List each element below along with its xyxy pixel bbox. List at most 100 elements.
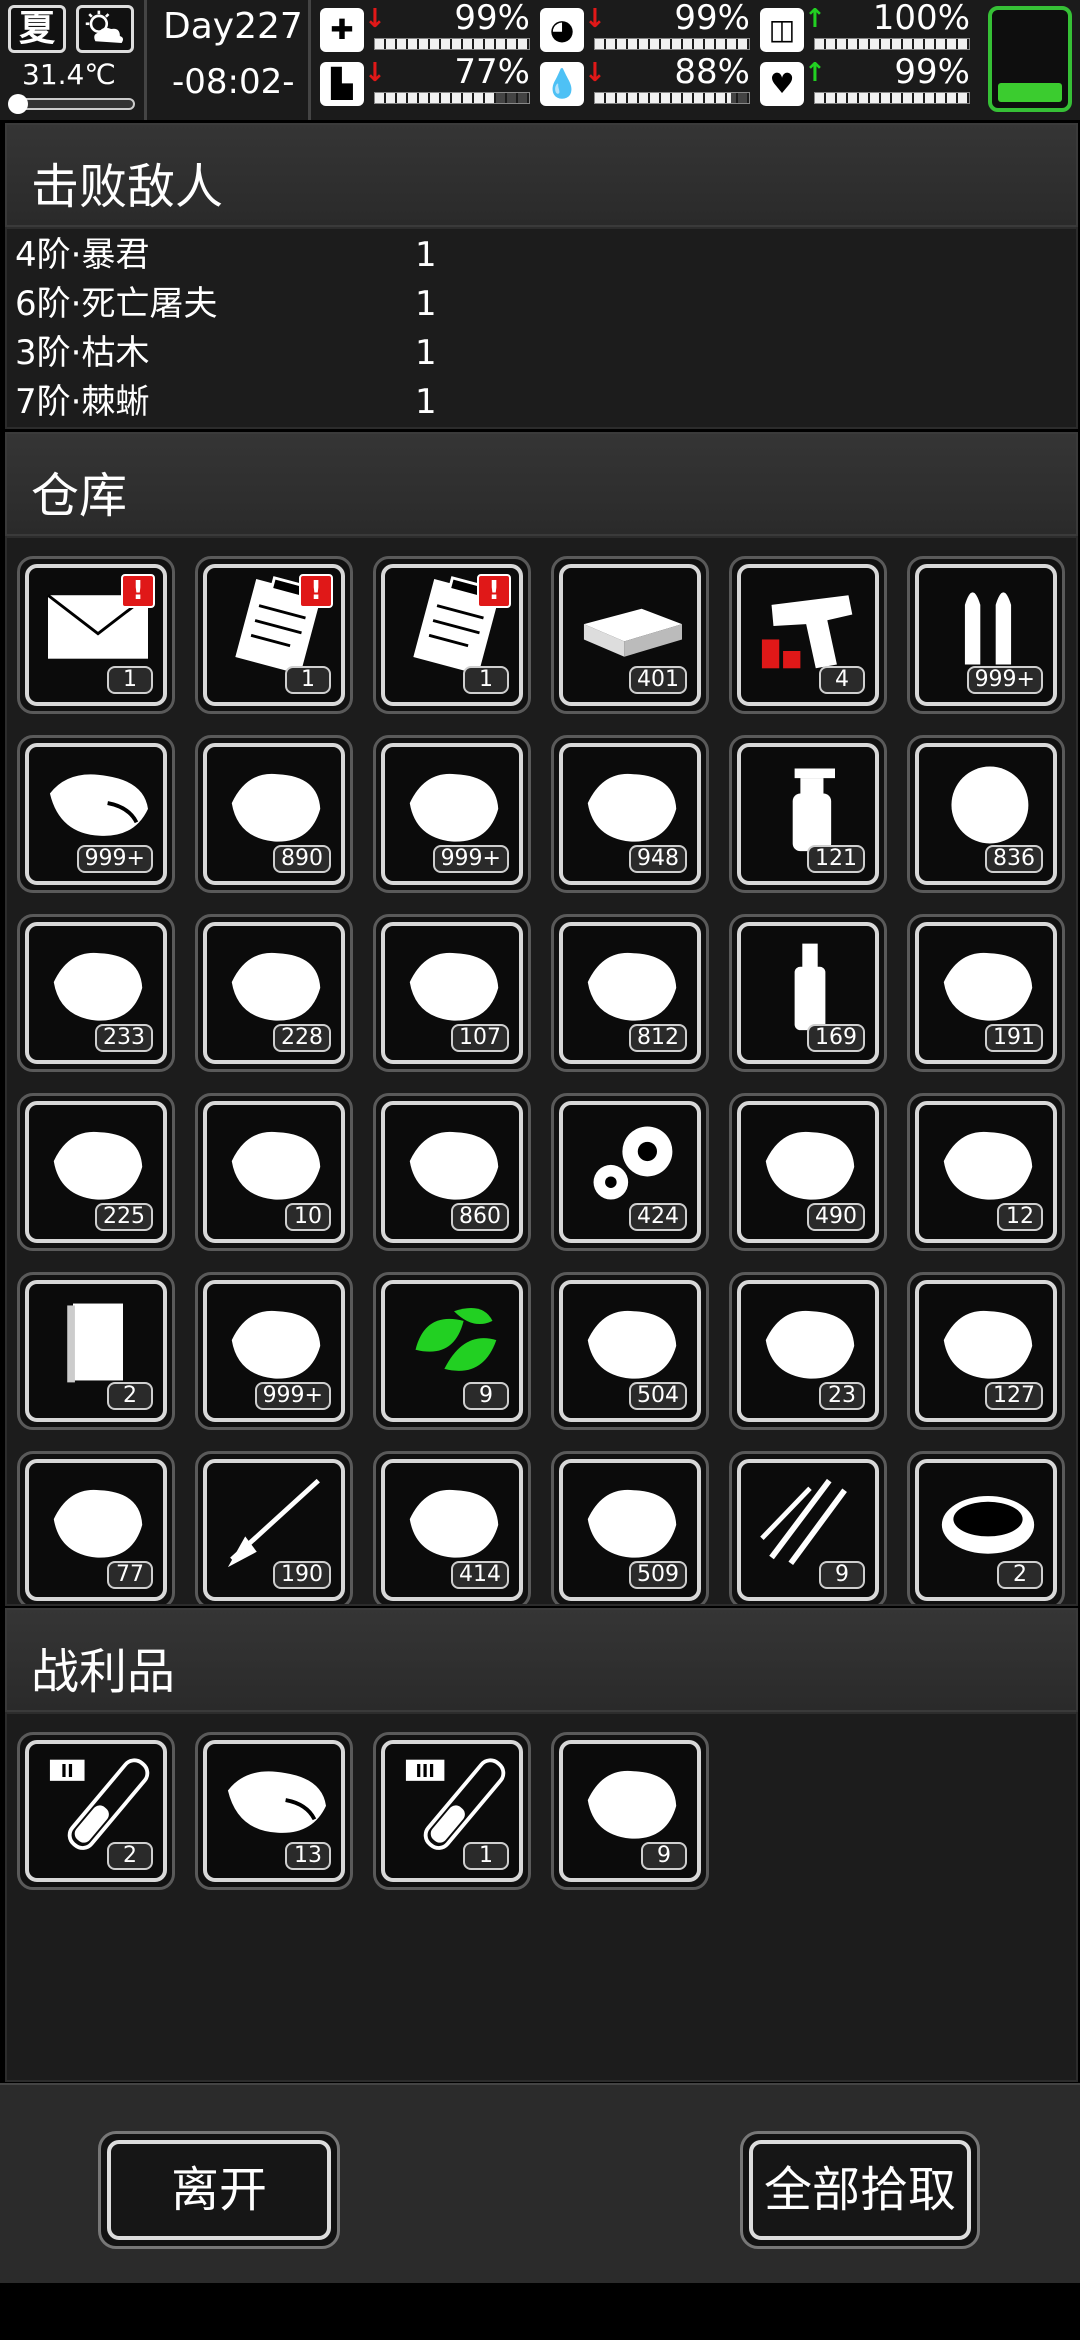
item-slot[interactable]: 999+: [373, 735, 531, 893]
water-bottle-icon: [751, 934, 869, 1034]
trend-down-icon: ↓: [364, 4, 386, 34]
item-quantity: 1: [285, 666, 331, 694]
item-slot[interactable]: 233: [17, 914, 175, 1072]
item-quantity: 77: [107, 1561, 153, 1589]
action-bar: 离开 全部拾取: [0, 2083, 1080, 2283]
green-herb-icon: [395, 1292, 513, 1392]
item-slot[interactable]: II 2: [17, 1732, 175, 1890]
item-quantity: 999+: [432, 845, 509, 873]
enemy-count: 1: [415, 284, 437, 324]
stat-bar: [594, 38, 750, 50]
status-bar: 夏 31.4℃ Day227 -08:02- ✚ ↓ 99% ◕ ↓ 99% ◫ ↑ 100% ▙…: [0, 0, 1080, 120]
scrap-metal-icon: [395, 755, 513, 855]
stat-medicine: ◫ ↑ 100%: [760, 0, 970, 56]
item-slot[interactable]: 127: [907, 1272, 1065, 1430]
item-slot[interactable]: 9: [729, 1451, 887, 1604]
item-slot[interactable]: ! 1: [17, 556, 175, 714]
item-slot[interactable]: 23: [729, 1272, 887, 1430]
stat-thirst: 💧 ↓ 88%: [540, 52, 750, 110]
item-quantity: 9: [819, 1561, 865, 1589]
item-quantity: 948: [629, 845, 687, 873]
item-slot[interactable]: 490: [729, 1093, 887, 1251]
svg-text:III: III: [415, 1762, 434, 1782]
enemy-row: 4阶·暴君 1: [15, 231, 437, 279]
item-quantity: 23: [819, 1382, 865, 1410]
stat-percent: 100%: [872, 0, 970, 38]
item-slot[interactable]: 107: [373, 914, 531, 1072]
test-tube-ii-icon: II: [39, 1752, 157, 1852]
item-slot[interactable]: 9: [373, 1272, 531, 1430]
item-slot[interactable]: 812: [551, 914, 709, 1072]
item-slot[interactable]: 2: [907, 1451, 1065, 1604]
item-slot[interactable]: 414: [373, 1451, 531, 1604]
item-quantity: 10: [285, 1203, 331, 1231]
item-quantity: 860: [451, 1203, 509, 1231]
item-slot[interactable]: 13: [195, 1732, 353, 1890]
item-quantity: 504: [629, 1382, 687, 1410]
item-quantity: 233: [95, 1024, 153, 1052]
raw-meat-icon: [39, 755, 157, 855]
item-slot[interactable]: 4: [729, 556, 887, 714]
item-slot[interactable]: 890: [195, 735, 353, 893]
warehouse-grid[interactable]: ! 1! 1! 1 401 4 999+ 999+ 890 999+ 948 121 836 233 228…: [5, 536, 1078, 1606]
stat-mood: ♥ ↑ 99%: [760, 52, 970, 110]
item-quantity: 169: [807, 1024, 865, 1052]
item-slot[interactable]: 2: [17, 1272, 175, 1430]
enemy-row: 3阶·枯木 1: [15, 329, 437, 377]
soup-bowl-icon: [929, 1471, 1047, 1571]
item-quantity: 225: [95, 1203, 153, 1231]
divider: [144, 0, 147, 120]
game-clock: -08:02-: [172, 62, 295, 102]
new-item-alert-icon: !: [121, 574, 155, 608]
ice-cubes-icon: [39, 1471, 157, 1571]
item-slot[interactable]: 121: [729, 735, 887, 893]
item-quantity: 1: [463, 1842, 509, 1870]
item-slot[interactable]: 169: [729, 914, 887, 1072]
weather-icon: [76, 5, 134, 53]
trend-up-icon: ↑: [804, 58, 826, 88]
warehouse-title: 仓库: [31, 468, 128, 524]
item-quantity: 121: [807, 845, 865, 873]
defeated-enemies-header: 击败敌人: [5, 123, 1078, 227]
enemy-row: 7阶·棘蜥 1: [15, 378, 437, 426]
item-slot[interactable]: 401: [551, 556, 709, 714]
item-slot[interactable]: 10: [195, 1093, 353, 1251]
leave-button[interactable]: 离开: [98, 2131, 340, 2249]
item-slot[interactable]: 948: [551, 735, 709, 893]
item-slot[interactable]: 509: [551, 1451, 709, 1604]
stat-percent: 99%: [454, 0, 530, 38]
cans-icon: [39, 934, 157, 1034]
grain-seeds-icon: [751, 1292, 869, 1392]
egg-icon: [929, 1292, 1047, 1392]
item-slot[interactable]: 77: [17, 1451, 175, 1604]
loot-grid[interactable]: II 2 13 III 1 9: [5, 1712, 1078, 2082]
item-slot[interactable]: ! 1: [195, 556, 353, 714]
item-slot[interactable]: 190: [195, 1451, 353, 1604]
item-slot[interactable]: 999+: [907, 556, 1065, 714]
take-all-button[interactable]: 全部拾取: [740, 2131, 980, 2249]
item-quantity: 509: [629, 1561, 687, 1589]
temperature-readout: 31.4℃: [22, 58, 116, 91]
item-quantity: 1: [107, 666, 153, 694]
cloth-icon: [395, 1113, 513, 1213]
item-quantity: 890: [273, 845, 331, 873]
item-slot[interactable]: 191: [907, 914, 1065, 1072]
item-slot[interactable]: 504: [551, 1272, 709, 1430]
item-slot[interactable]: 836: [907, 735, 1065, 893]
item-slot[interactable]: 999+: [195, 1272, 353, 1430]
item-slot[interactable]: 860: [373, 1093, 531, 1251]
item-slot[interactable]: 424: [551, 1093, 709, 1251]
item-quantity: 999+: [76, 845, 153, 873]
item-slot[interactable]: III 1: [373, 1732, 531, 1890]
item-slot[interactable]: 225: [17, 1093, 175, 1251]
item-slot[interactable]: 12: [907, 1093, 1065, 1251]
stomach-icon: ◕: [540, 8, 584, 52]
stat-percent: 88%: [674, 52, 750, 92]
item-slot[interactable]: 999+: [17, 735, 175, 893]
item-slot[interactable]: 9: [551, 1732, 709, 1890]
item-slot[interactable]: ! 1: [373, 556, 531, 714]
enemy-name: 4阶·暴君: [15, 235, 150, 275]
item-slot[interactable]: 228: [195, 914, 353, 1072]
trend-down-icon: ↓: [364, 58, 386, 88]
item-quantity: 836: [985, 845, 1043, 873]
